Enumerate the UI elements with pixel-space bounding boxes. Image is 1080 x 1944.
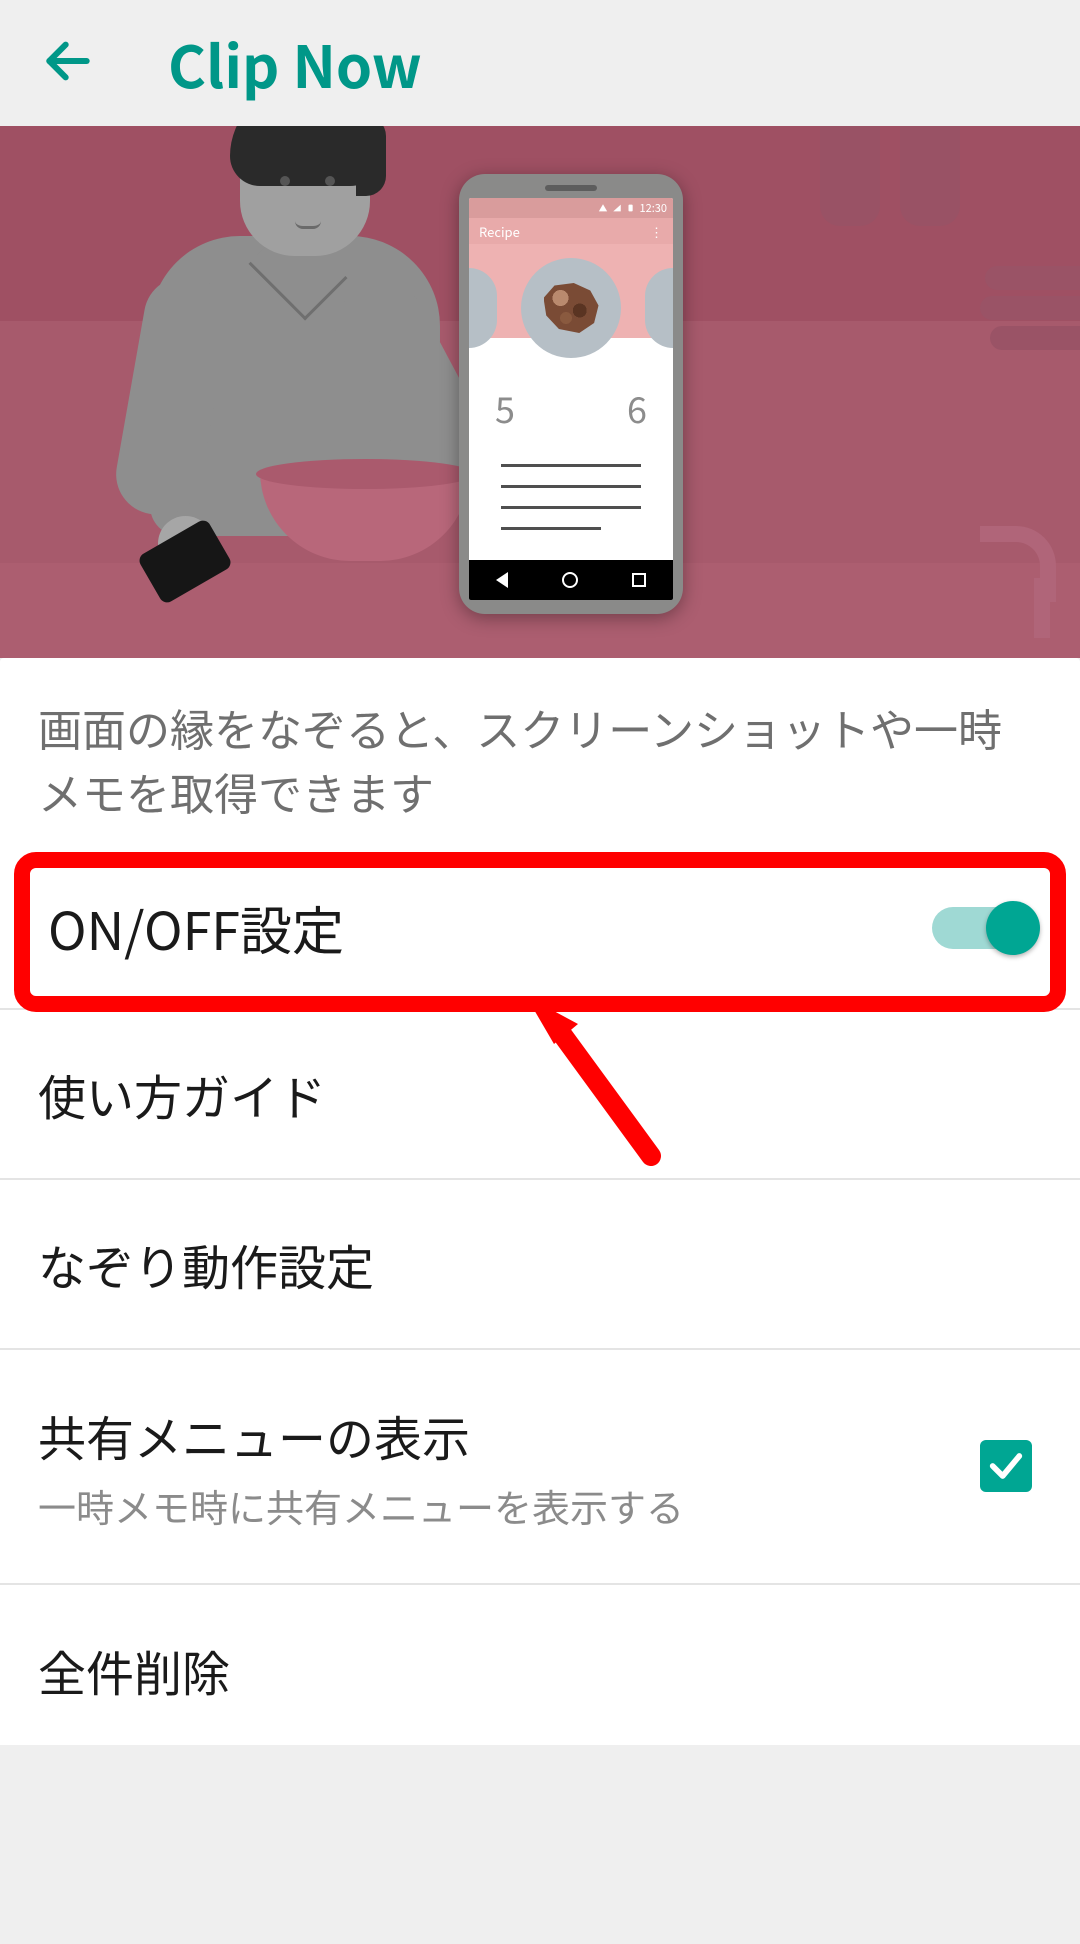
guide-setting-label: 使い方ガイド [38, 1059, 326, 1129]
bowl-icon [260, 471, 470, 561]
swipe-setting-label: なぞり動作設定 [38, 1229, 374, 1299]
nav-recent-icon [632, 573, 646, 587]
share-checkbox[interactable] [980, 1440, 1032, 1492]
page-title: Clip Now [168, 21, 422, 105]
onoff-toggle[interactable] [932, 907, 1032, 949]
mock-navbar [469, 560, 673, 600]
mock-status-time: 12:30 [640, 200, 667, 216]
settings-list: ON/OFF設定 使い方ガイド なぞり動作設定 共有メニューの表示 一時メモ時に… [0, 848, 1080, 1745]
mock-statusbar: 12:30 [469, 198, 673, 218]
mock-app-label: Recipe [479, 222, 520, 241]
mock-number-left: 5 [495, 382, 515, 434]
phone-mockup: 12:30 Recipe ⋮ 5 6 [459, 174, 683, 614]
nav-back-icon [496, 572, 508, 588]
description-panel: 画面の縁をなぞると、スクリーンショットや一時メモを取得できます [0, 658, 1080, 848]
share-setting-sublabel: 一時メモ時に共有メニューを表示する [38, 1478, 684, 1533]
onoff-setting-label: ON/OFF設定 [48, 890, 344, 965]
mock-number-right: 6 [627, 382, 647, 434]
nav-home-icon [562, 572, 578, 588]
person-illustration [80, 126, 440, 658]
annotation-arrow-icon [506, 986, 676, 1181]
description-text: 画面の縁をなぞると、スクリーンショットや一時メモを取得できます [38, 696, 1042, 824]
share-setting-label: 共有メニューの表示 [38, 1400, 684, 1470]
app-bar: Clip Now [0, 0, 1080, 126]
share-setting-row[interactable]: 共有メニューの表示 一時メモ時に共有メニューを表示する [0, 1348, 1080, 1583]
cookie-icon [544, 283, 599, 333]
mock-appbar: Recipe ⋮ [469, 218, 673, 244]
hero-illustration: 12:30 Recipe ⋮ 5 6 [0, 126, 1080, 658]
guide-setting-row[interactable]: 使い方ガイド [0, 1008, 1080, 1178]
delete-all-setting-label: 全件削除 [38, 1635, 230, 1705]
delete-all-setting-row[interactable]: 全件削除 [0, 1583, 1080, 1745]
onoff-setting-row[interactable]: ON/OFF設定 [0, 848, 1080, 1008]
swipe-setting-row[interactable]: なぞり動作設定 [0, 1178, 1080, 1348]
kebab-icon: ⋮ [650, 222, 663, 241]
back-arrow-icon[interactable] [40, 33, 96, 94]
